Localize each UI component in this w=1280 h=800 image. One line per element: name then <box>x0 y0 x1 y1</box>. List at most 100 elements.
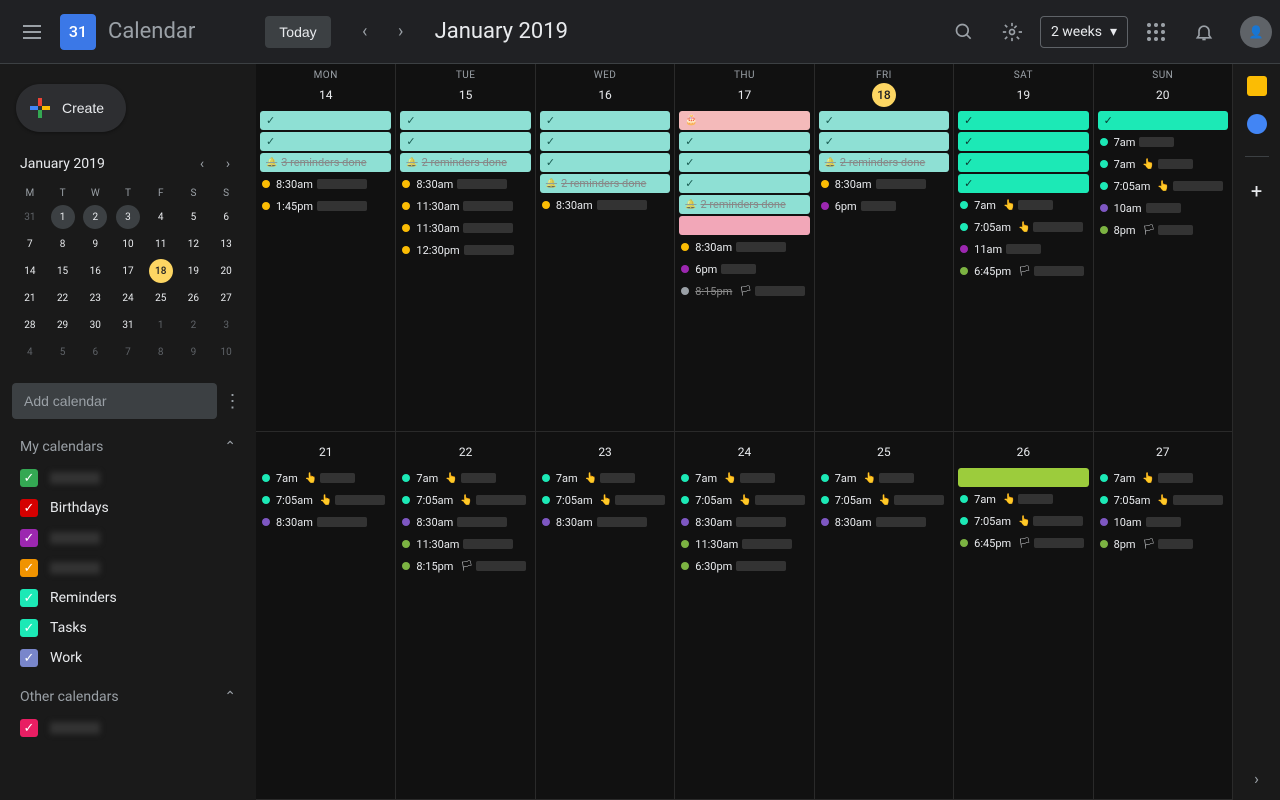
mini-day[interactable]: 7 <box>116 340 140 364</box>
day-cell[interactable]: SAT19✓✓✓✓7am👆7:05am👆11am6:45pm🏳 <box>953 64 1092 431</box>
add-addon-button[interactable]: + <box>1251 179 1262 203</box>
all-day-event[interactable]: ✓ <box>819 111 949 130</box>
day-number[interactable]: 20 <box>1151 83 1175 107</box>
all-day-event[interactable]: 🔔2 reminders done <box>540 174 670 193</box>
all-day-event[interactable]: ✓ <box>958 132 1088 151</box>
mini-day[interactable]: 17 <box>116 259 140 283</box>
all-day-event[interactable]: ✓ <box>958 111 1088 130</box>
timed-event[interactable]: 11:30am <box>679 534 809 554</box>
all-day-event[interactable]: 🔔2 reminders done <box>679 195 809 214</box>
mini-day[interactable]: 14 <box>18 259 42 283</box>
all-day-event[interactable]: ✓ <box>540 132 670 151</box>
timed-event[interactable]: 8:15pm🏳 <box>400 556 530 576</box>
mini-day[interactable]: 3 <box>116 205 140 229</box>
timed-event[interactable]: 7:05am👆 <box>958 511 1088 531</box>
day-cell[interactable]: 227am👆7:05am👆8:30am11:30am8:15pm🏳 <box>395 432 534 799</box>
other-calendars-toggle[interactable]: Other calendars⌃ <box>8 681 248 713</box>
mini-day[interactable]: 10 <box>214 340 238 364</box>
day-number[interactable]: 25 <box>872 440 896 464</box>
timed-event[interactable]: 8:30am <box>400 512 530 532</box>
next-period-button[interactable]: › <box>383 14 419 50</box>
timed-event[interactable]: 10am <box>1098 198 1228 218</box>
day-number[interactable]: 16 <box>593 83 617 107</box>
day-number[interactable]: 23 <box>593 440 617 464</box>
calendar-item[interactable]: ✓Birthdays <box>8 493 248 523</box>
day-cell[interactable]: 217am👆7:05am👆8:30am <box>256 432 395 799</box>
timed-event[interactable]: 7am👆 <box>400 468 530 488</box>
keep-button[interactable] <box>1247 76 1267 96</box>
timed-event[interactable]: 7am <box>1098 132 1228 152</box>
mini-day[interactable]: 10 <box>116 232 140 256</box>
add-calendar-input[interactable] <box>12 383 217 419</box>
timed-event[interactable]: 8:30am <box>400 174 530 194</box>
all-day-event[interactable]: ✓ <box>540 153 670 172</box>
all-day-event[interactable]: ✓ <box>540 111 670 130</box>
calendar-checkbox[interactable]: ✓ <box>20 499 38 517</box>
my-calendars-toggle[interactable]: My calendars⌃ <box>8 431 248 463</box>
timed-event[interactable]: 6:30pm <box>679 556 809 576</box>
settings-button[interactable] <box>992 12 1032 52</box>
mini-day[interactable]: 4 <box>149 205 173 229</box>
timed-event[interactable]: 7:05am👆 <box>819 490 949 510</box>
mini-day[interactable]: 8 <box>51 232 75 256</box>
day-number[interactable]: 24 <box>732 440 756 464</box>
day-cell[interactable]: 237am👆7:05am👆8:30am <box>535 432 674 799</box>
mini-prev-button[interactable]: ‹ <box>190 152 214 176</box>
day-number[interactable]: 19 <box>1011 83 1035 107</box>
timed-event[interactable]: 11:30am <box>400 534 530 554</box>
calendar-item[interactable]: ✓ <box>8 463 248 493</box>
timed-event[interactable]: 8:15pm🏳 <box>679 281 809 301</box>
all-day-event[interactable]: ✓ <box>260 132 391 151</box>
day-cell[interactable]: 24 7am👆7:05am👆8:30am11:30am6:30pm <box>674 432 813 799</box>
all-day-event[interactable]: ✓ <box>958 153 1088 172</box>
calendar-item[interactable]: ✓Work <box>8 643 248 673</box>
day-number[interactable]: 22 <box>454 440 478 464</box>
create-button[interactable]: Create <box>16 84 126 132</box>
day-cell[interactable]: 277am👆7:05am👆10am8pm🏳 <box>1093 432 1232 799</box>
search-button[interactable] <box>944 12 984 52</box>
mini-next-button[interactable]: › <box>216 152 240 176</box>
mini-day[interactable]: 2 <box>83 205 107 229</box>
mini-day[interactable]: 28 <box>18 313 42 337</box>
timed-event[interactable]: 6pm <box>679 259 809 279</box>
timed-event[interactable]: 7:05am👆 <box>540 490 670 510</box>
notifications-button[interactable] <box>1184 12 1224 52</box>
calendar-checkbox[interactable]: ✓ <box>20 649 38 667</box>
mini-day[interactable]: 25 <box>149 286 173 310</box>
day-number[interactable]: 17 <box>732 83 756 107</box>
all-day-event[interactable] <box>679 216 809 235</box>
day-cell[interactable]: TUE15✓✓🔔2 reminders done8:30am11:30am11:… <box>395 64 534 431</box>
day-number[interactable]: 15 <box>454 83 478 107</box>
mini-day[interactable]: 5 <box>181 205 205 229</box>
menu-button[interactable] <box>8 8 56 56</box>
timed-event[interactable]: 11:30am <box>400 218 530 238</box>
timed-event[interactable]: 7:05am👆 <box>679 490 809 510</box>
timed-event[interactable]: 7:05am👆 <box>260 490 391 510</box>
mini-day[interactable]: 31 <box>18 205 42 229</box>
mini-day[interactable]: 9 <box>83 232 107 256</box>
timed-event[interactable]: 7:05am👆 <box>1098 176 1228 196</box>
timed-event[interactable]: 7am👆 <box>679 468 809 488</box>
timed-event[interactable]: 12:30pm <box>400 240 530 260</box>
all-day-event[interactable]: ✓ <box>819 132 949 151</box>
mini-day[interactable]: 31 <box>116 313 140 337</box>
mini-day[interactable]: 1 <box>149 313 173 337</box>
tasks-button[interactable] <box>1247 114 1267 134</box>
timed-event[interactable]: 11am <box>958 239 1088 259</box>
timed-event[interactable]: 7am👆 <box>819 468 949 488</box>
timed-event[interactable]: 8:30am <box>260 174 391 194</box>
calendar-item[interactable]: ✓ <box>8 523 248 553</box>
all-day-event[interactable]: ✓ <box>958 174 1088 193</box>
all-day-event[interactable]: ✓ <box>400 132 530 151</box>
calendar-checkbox[interactable]: ✓ <box>20 619 38 637</box>
all-day-event[interactable]: ✓ <box>1098 111 1228 130</box>
timed-event[interactable]: 8:30am <box>819 512 949 532</box>
day-cell[interactable]: MON14✓✓🔔3 reminders done8:30am1:45pm <box>256 64 395 431</box>
timed-event[interactable]: 8:30am <box>679 512 809 532</box>
mini-day[interactable]: 22 <box>51 286 75 310</box>
mini-day[interactable]: 23 <box>83 286 107 310</box>
mini-day[interactable]: 2 <box>181 313 205 337</box>
timed-event[interactable]: 8pm🏳 <box>1098 220 1228 240</box>
mini-day[interactable]: 7 <box>18 232 42 256</box>
timed-event[interactable]: 7am👆 <box>1098 154 1228 174</box>
